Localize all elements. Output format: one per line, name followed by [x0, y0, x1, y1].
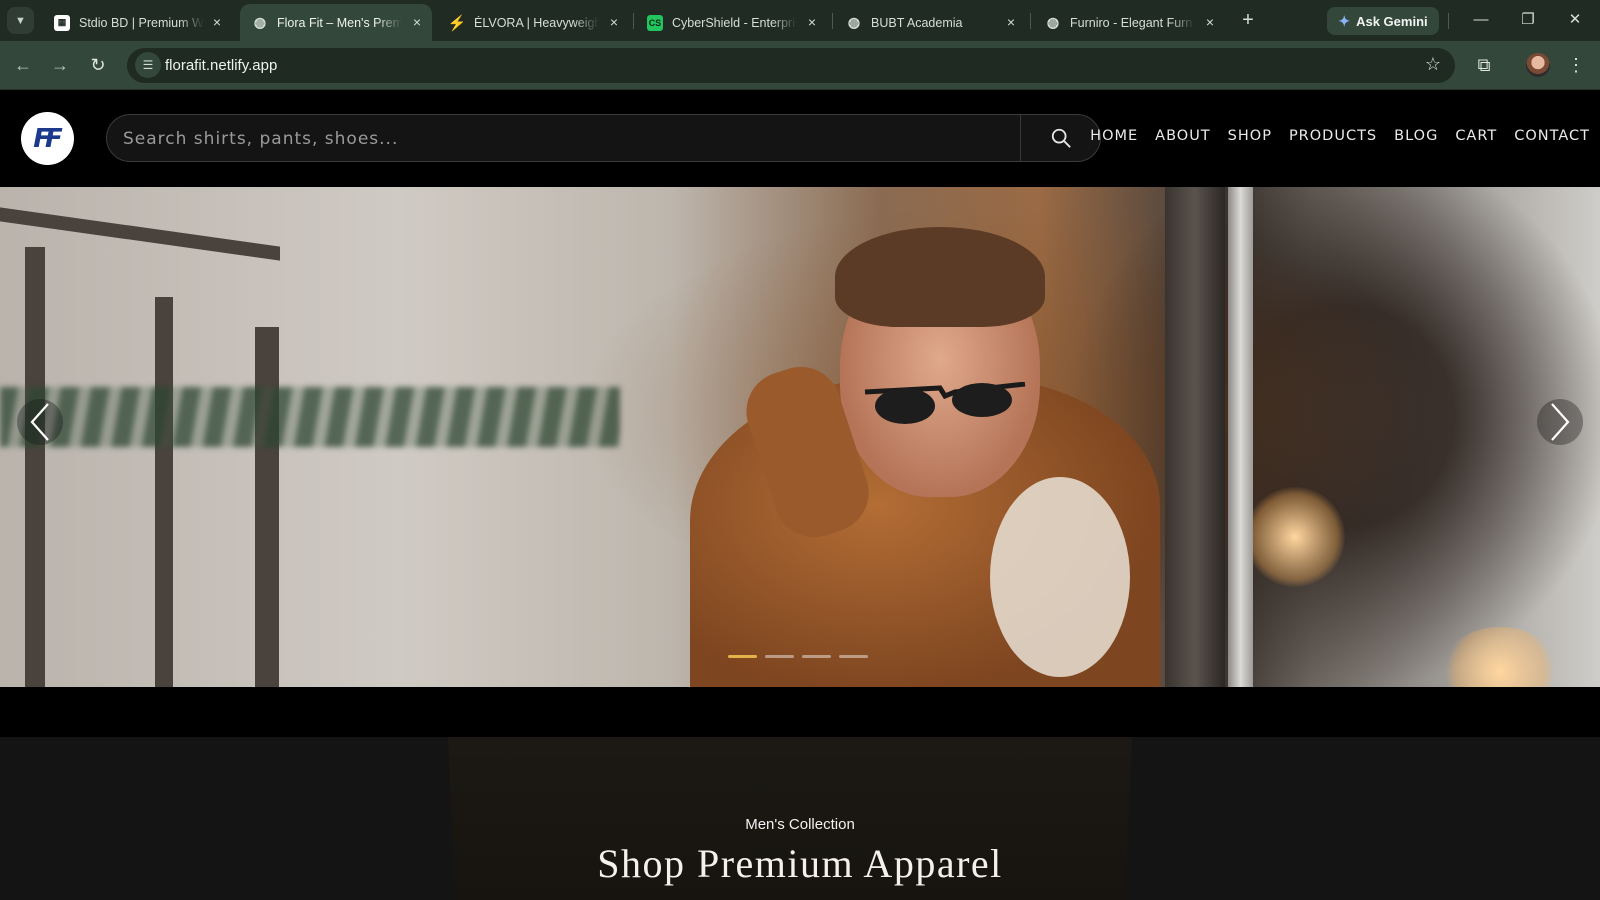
search-button[interactable] [1020, 115, 1100, 161]
browser-tab-active[interactable]: ◍ Flora Fit – Men's Prem × [240, 4, 432, 41]
close-tab-icon[interactable]: × [607, 15, 621, 29]
reload-icon: ↻ [90, 55, 106, 75]
tab-search-button[interactable]: ▼ [7, 7, 34, 34]
puzzle-icon: ⧉ [1477, 55, 1491, 75]
bokeh-light [1440, 627, 1560, 687]
tab-separator [633, 13, 634, 29]
search-icon [1051, 128, 1071, 148]
arrow-right-icon: → [51, 55, 69, 75]
close-tab-icon[interactable]: × [1004, 15, 1018, 29]
garland-decoration [0, 387, 620, 447]
restore-icon: ❐ [1521, 11, 1535, 28]
ask-gemini-label: Ask Gemini [1356, 13, 1428, 29]
tab-separator [832, 13, 833, 29]
close-tab-icon[interactable]: × [210, 15, 224, 29]
globe-icon: ◍ [1046, 14, 1060, 30]
address-bar[interactable]: ☰ florafit.netlify.app ☆ [127, 48, 1455, 83]
cs-favicon-icon: CS [647, 14, 663, 31]
tab-separator [1030, 13, 1031, 29]
tab-title: Flora Fit – Men's Prem [277, 15, 402, 30]
browser-tab[interactable]: ◍ Furniro - Elegant Furn × [1033, 4, 1225, 41]
url-text: florafit.netlify.app [165, 57, 278, 74]
tab-title: BUBT Academia [871, 15, 963, 30]
slider-prev-button[interactable] [17, 399, 63, 445]
browser-tab-strip: ▼ ▦ Stdio BD | Premium W × ◍ Flora Fit –… [0, 0, 1600, 41]
more-vertical-icon: ⋮ [1567, 55, 1585, 75]
hero-slider [0, 187, 1600, 687]
browser-menu-button[interactable]: ⋮ [1563, 52, 1589, 78]
nav-about[interactable]: ABOUT [1155, 128, 1211, 144]
slider-dot[interactable] [765, 655, 794, 658]
plus-icon: + [1242, 9, 1254, 31]
minimize-icon: — [1473, 11, 1489, 28]
extensions-button[interactable]: ⧉ [1471, 52, 1497, 78]
nav-shop[interactable]: SHOP [1228, 128, 1272, 144]
forward-button[interactable]: → [47, 52, 73, 78]
logo-text: FF [33, 123, 62, 154]
reload-button[interactable]: ↻ [85, 52, 111, 78]
railing-decoration [155, 297, 173, 687]
profile-avatar[interactable] [1526, 53, 1550, 77]
tab-separator [1448, 13, 1449, 29]
bookmark-star-icon[interactable]: ☆ [1425, 54, 1441, 75]
tune-icon: ☰ [142, 58, 154, 72]
collection-section: Men's Collection Shop Premium Apparel [0, 737, 1600, 900]
nav-products[interactable]: PRODUCTS [1289, 128, 1377, 144]
close-tab-icon[interactable]: × [410, 15, 424, 29]
site-favicon-icon: ▦ [54, 14, 70, 31]
railing-decoration [255, 327, 279, 687]
collection-eyebrow: Men's Collection [745, 816, 855, 833]
ask-gemini-button[interactable]: ✦ Ask Gemini [1327, 7, 1439, 35]
post-decoration [1228, 187, 1253, 687]
tab-title: ÉLVORA | Heavyweight [474, 15, 599, 30]
site-info-button[interactable]: ☰ [135, 52, 161, 78]
lightning-icon: ⚡ [447, 14, 467, 32]
search-bar [106, 114, 1101, 162]
nav-blog[interactable]: BLOG [1394, 128, 1438, 144]
bokeh-light [1245, 487, 1345, 587]
slider-dot[interactable] [728, 655, 757, 658]
back-button[interactable]: ← [10, 52, 36, 78]
browser-tab[interactable]: ⚡ ÉLVORA | Heavyweight × [437, 4, 629, 41]
nav-contact[interactable]: CONTACT [1514, 128, 1590, 144]
tab-title: CyberShield - Enterpris [672, 15, 797, 30]
browser-tab[interactable]: ▦ Stdio BD | Premium W × [42, 4, 232, 41]
minimize-button[interactable]: — [1466, 8, 1496, 32]
new-tab-button[interactable]: + [1236, 9, 1260, 33]
chevron-right-icon [1551, 403, 1570, 441]
main-nav: HOME ABOUT SHOP PRODUCTS BLOG CART CONTA… [1090, 128, 1590, 144]
chevron-down-icon: ▼ [15, 14, 26, 27]
arrow-left-icon: ← [14, 55, 32, 75]
model-collar [990, 477, 1130, 677]
model-hair [835, 227, 1045, 327]
slider-dot[interactable] [802, 655, 831, 658]
restore-button[interactable]: ❐ [1513, 8, 1543, 32]
slider-next-button[interactable] [1537, 399, 1583, 445]
site-header: FF HOME ABOUT SHOP PRODUCTS BLOG CART CO… [0, 90, 1600, 187]
search-input[interactable] [123, 127, 1003, 151]
chevron-left-icon [30, 403, 49, 441]
globe-icon: ◍ [253, 14, 267, 30]
post-decoration [1165, 187, 1225, 687]
browser-toolbar: ← → ↻ ☰ florafit.netlify.app ☆ ⧉ ⋮ [0, 41, 1600, 90]
gemini-sparkle-icon: ✦ [1338, 12, 1351, 29]
globe-icon: ◍ [847, 14, 861, 30]
tab-title: Stdio BD | Premium W [79, 15, 204, 30]
site-logo[interactable]: FF [21, 112, 74, 165]
slider-pagination [728, 655, 868, 658]
railing-decoration [25, 247, 45, 687]
section-spacer [0, 687, 1600, 737]
collection-heading: Shop Premium Apparel [597, 841, 1003, 886]
tab-title: Furniro - Elegant Furn [1070, 15, 1193, 30]
browser-tab[interactable]: CS CyberShield - Enterpris × [635, 4, 827, 41]
sunglasses-graphic [864, 382, 1026, 424]
close-icon: ✕ [1568, 11, 1582, 28]
nav-home[interactable]: HOME [1090, 128, 1138, 144]
close-tab-icon[interactable]: × [1203, 15, 1217, 29]
nav-cart[interactable]: CART [1455, 128, 1497, 144]
browser-tab[interactable]: ◍ BUBT Academia × [834, 4, 1026, 41]
close-tab-icon[interactable]: × [805, 15, 819, 29]
close-window-button[interactable]: ✕ [1560, 8, 1590, 32]
slider-dot[interactable] [839, 655, 868, 658]
